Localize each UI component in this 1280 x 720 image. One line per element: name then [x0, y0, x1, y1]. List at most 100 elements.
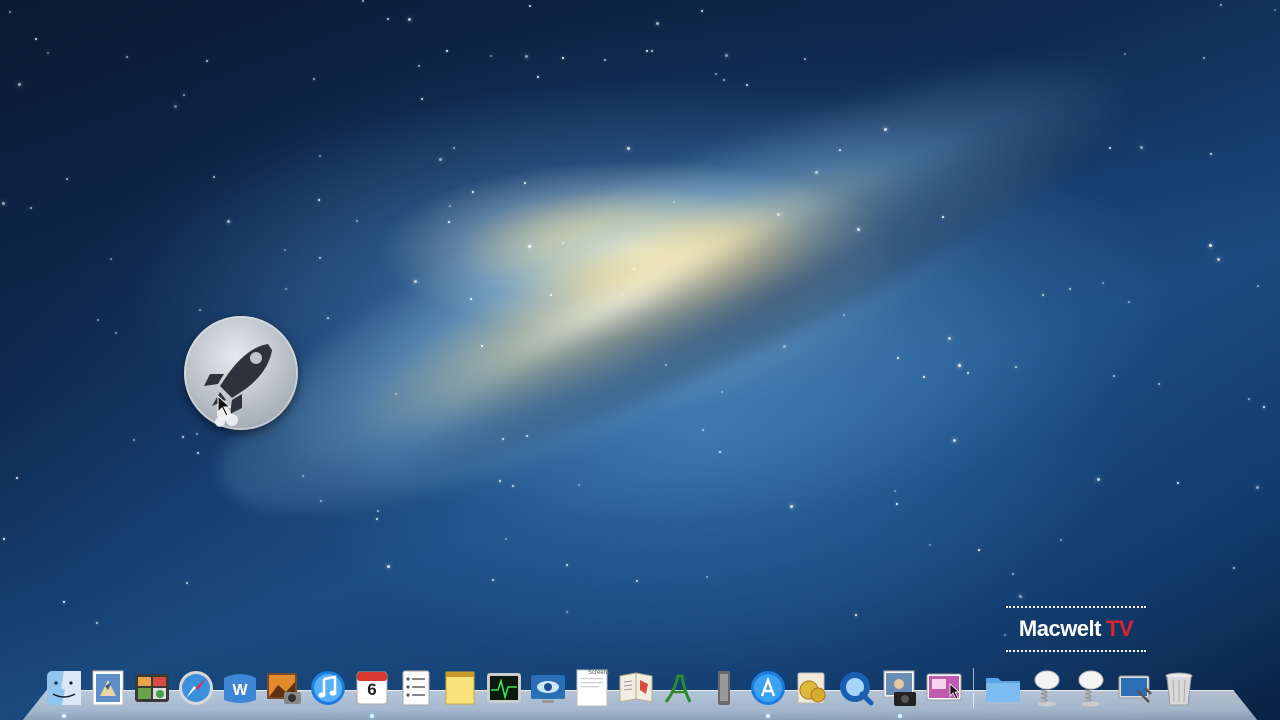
- star: [665, 364, 667, 366]
- star: [855, 614, 857, 616]
- star: [1203, 57, 1205, 59]
- star: [524, 182, 526, 184]
- star: [1274, 9, 1276, 11]
- star: [199, 309, 201, 311]
- dock-item-mail[interactable]: [88, 668, 128, 708]
- star: [213, 176, 215, 178]
- contacts-book-icon: [619, 672, 653, 703]
- folder-icon: [986, 678, 1020, 702]
- star: [414, 280, 417, 283]
- star: [1158, 383, 1160, 385]
- star: [578, 484, 580, 486]
- star: [721, 391, 723, 393]
- star: [627, 147, 630, 150]
- dock-item-app-store[interactable]: [748, 668, 788, 718]
- star: [857, 228, 860, 231]
- launchpad-rocket-icon[interactable]: [184, 316, 298, 430]
- star: [1256, 486, 1259, 489]
- iphoto-icon: [926, 673, 962, 701]
- star: [719, 451, 721, 453]
- dock-item-photo-booth[interactable]: [264, 668, 304, 708]
- star: [529, 5, 531, 7]
- star: [1248, 398, 1250, 400]
- star: [884, 128, 887, 131]
- svg-text:W: W: [232, 682, 248, 699]
- star: [449, 205, 451, 207]
- star: [942, 216, 944, 218]
- star: [526, 435, 528, 437]
- dock-separator: [973, 668, 974, 708]
- star: [133, 439, 135, 441]
- dock-item-itunes[interactable]: [308, 668, 348, 708]
- dock-item-quicktime[interactable]: [836, 668, 876, 708]
- running-indicator: [766, 714, 770, 718]
- dock-item-safari[interactable]: [176, 668, 216, 708]
- star: [327, 317, 329, 319]
- mail-stamp-icon: [92, 670, 124, 706]
- dock-trash[interactable]: [1159, 668, 1199, 708]
- dock-item-notes[interactable]: [440, 668, 480, 708]
- star: [439, 158, 442, 161]
- star: [196, 433, 198, 435]
- star: [453, 147, 455, 149]
- star: [706, 576, 708, 578]
- star: [1109, 147, 1111, 149]
- star: [387, 565, 390, 568]
- dock-item-screen-sharing[interactable]: [528, 668, 568, 708]
- star: [839, 149, 841, 151]
- star: [505, 538, 507, 540]
- dock-item-dashboard[interactable]: [132, 668, 172, 708]
- star: [1257, 285, 1259, 287]
- star: [1015, 366, 1017, 368]
- star: [1177, 482, 1179, 484]
- star: [2, 202, 5, 205]
- dock-item-calendar[interactable]: 6: [352, 668, 392, 718]
- star: [566, 611, 568, 613]
- dock-item-contacts[interactable]: [616, 668, 656, 708]
- dock-item-finder[interactable]: [44, 668, 84, 718]
- dock-stack-downloads[interactable]: [1027, 668, 1067, 708]
- star: [18, 83, 21, 86]
- star: [1209, 244, 1212, 247]
- star: [320, 500, 322, 502]
- star: [633, 268, 635, 270]
- word-icon: W: [224, 674, 256, 703]
- dock-item-activity-monitor[interactable]: [484, 668, 524, 708]
- star: [1263, 406, 1265, 408]
- star: [376, 518, 378, 520]
- star: [537, 76, 539, 78]
- dock-item-font-book[interactable]: [660, 668, 700, 708]
- star: [16, 477, 18, 479]
- running-indicator: [370, 714, 374, 718]
- star: [1042, 294, 1044, 296]
- star: [9, 11, 11, 13]
- dock-item-iphoto[interactable]: [924, 668, 964, 708]
- star: [174, 105, 177, 108]
- star: [421, 98, 423, 100]
- dock-item-preview[interactable]: Screens: [572, 668, 612, 708]
- star: [673, 201, 675, 203]
- star: [929, 544, 931, 546]
- preview-label: Screens: [588, 670, 611, 676]
- star: [186, 582, 188, 584]
- star: [958, 364, 961, 367]
- desktop-screen-icon: [1118, 675, 1152, 703]
- dock-stack-applications[interactable]: [983, 668, 1023, 708]
- dock-item-reminders[interactable]: [396, 668, 436, 708]
- dock-stack-documents[interactable]: [1071, 668, 1111, 708]
- dock-item-word[interactable]: W: [220, 668, 260, 708]
- star: [96, 622, 98, 624]
- dock-item-coins[interactable]: [792, 668, 832, 708]
- star: [843, 314, 845, 316]
- dock-item-image-capture[interactable]: [880, 668, 920, 718]
- star: [967, 372, 969, 374]
- calendar-day: 6: [367, 680, 377, 699]
- dock-stack-desktop[interactable]: [1115, 668, 1155, 708]
- app-store-icon: [751, 671, 785, 705]
- star: [1113, 375, 1115, 377]
- star: [285, 288, 287, 290]
- star: [815, 171, 818, 174]
- dock-item-utility[interactable]: [704, 668, 744, 708]
- tall-device-icon: [718, 671, 730, 705]
- star: [356, 220, 358, 222]
